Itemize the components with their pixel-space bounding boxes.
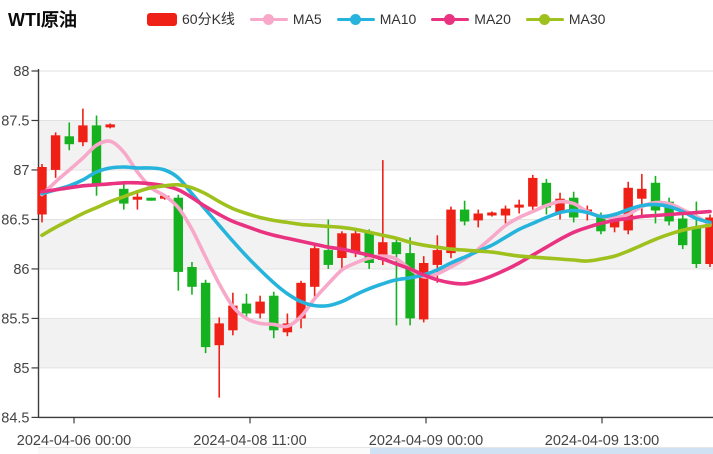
candle-body[interactable]	[392, 242, 401, 254]
y-axis-label: 87.5	[1, 113, 29, 129]
candle-body[interactable]	[501, 209, 510, 216]
candle-body[interactable]	[692, 228, 701, 264]
candle-body[interactable]	[405, 253, 414, 318]
candle-body[interactable]	[310, 248, 319, 287]
candle-body[interactable]	[201, 283, 210, 347]
kline-chart: WTI原油 60分K线MA5MA10MA20MA30 8887.58786.58…	[0, 0, 713, 454]
candle-body[interactable]	[255, 302, 264, 314]
candle-body[interactable]	[65, 136, 74, 144]
candle-body[interactable]	[637, 189, 646, 199]
y-axis-label: 86.5	[1, 212, 29, 228]
candle-body[interactable]	[514, 205, 523, 208]
candle-body[interactable]	[78, 125, 87, 142]
y-axis-label: 84.5	[1, 410, 29, 426]
candle-body[interactable]	[474, 214, 483, 221]
plot-area[interactable]: 8887.58786.58685.58584.52024-04-06 00:00…	[0, 0, 713, 454]
y-axis-label: 87	[13, 163, 29, 179]
y-axis-label: 85.5	[1, 311, 29, 327]
candle-body[interactable]	[51, 135, 60, 170]
candle-body[interactable]	[133, 197, 142, 200]
candle-body[interactable]	[419, 263, 428, 319]
candle-body[interactable]	[569, 198, 578, 218]
grid-stripe	[39, 121, 713, 171]
y-axis-label: 88	[13, 64, 29, 80]
candle-body[interactable]	[106, 124, 115, 127]
candle-body[interactable]	[187, 267, 196, 287]
candle-body[interactable]	[528, 178, 537, 207]
candle-body[interactable]	[337, 233, 346, 258]
candle-body[interactable]	[215, 323, 224, 345]
datazoom-window[interactable]	[370, 448, 713, 454]
candle-body[interactable]	[433, 250, 442, 265]
candle-body[interactable]	[146, 198, 155, 201]
candle-body[interactable]	[324, 250, 333, 265]
y-axis-label: 86	[13, 262, 29, 278]
candle-body[interactable]	[460, 210, 469, 222]
y-axis-label: 85	[13, 361, 29, 377]
candle-body[interactable]	[446, 210, 455, 254]
candle-body[interactable]	[242, 304, 251, 314]
datazoom-slider[interactable]	[38, 447, 713, 454]
candle-body[interactable]	[487, 213, 496, 216]
grid-stripe	[39, 318, 713, 368]
